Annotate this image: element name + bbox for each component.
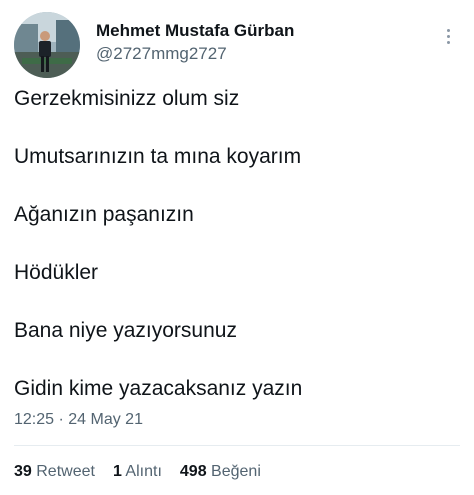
quotes-label: Alıntı xyxy=(125,463,162,480)
tweet-line: Gidin kime yazacaksanız yazın xyxy=(14,377,303,400)
tweet-line: Bana niye yazıyorsunuz xyxy=(14,319,237,342)
more-vertical-icon[interactable] xyxy=(438,26,458,46)
engagement-stats: 39 Retweet 1 Alıntı 498 Beğeni xyxy=(14,463,261,481)
retweets-stat[interactable]: 39 Retweet xyxy=(14,463,95,481)
tweet-line: Umutsarınızın ta mına koyarım xyxy=(14,145,302,168)
retweets-label: Retweet xyxy=(36,463,95,480)
tweet-text: Gerzekmisinizz olum siz Umutsarınızın ta… xyxy=(14,86,454,434)
more-dot xyxy=(446,28,450,32)
tweet-line: Ağanızın paşanızın xyxy=(14,203,194,226)
retweets-count: 39 xyxy=(14,463,32,480)
tweet-line: Gerzekmisinizz olum siz xyxy=(14,87,240,110)
avatar[interactable] xyxy=(14,12,80,78)
author-display-name[interactable]: Mehmet Mustafa Gürban xyxy=(96,20,294,42)
likes-stat[interactable]: 498 Beğeni xyxy=(180,463,261,481)
likes-count: 498 xyxy=(179,463,207,480)
tweet-timestamp[interactable]: 12:25 · 24 May 21 xyxy=(14,411,143,429)
author-handle[interactable]: @2727mmg2727 xyxy=(96,43,294,65)
divider xyxy=(14,445,460,446)
likes-label: Beğeni xyxy=(211,463,261,480)
quotes-count: 1 xyxy=(112,463,122,480)
quotes-stat[interactable]: 1 Alıntı xyxy=(113,463,162,481)
avatar-photo xyxy=(14,12,80,78)
more-dot xyxy=(446,40,450,44)
more-dot xyxy=(446,34,450,38)
tweet-line: Hödükler xyxy=(14,261,99,284)
